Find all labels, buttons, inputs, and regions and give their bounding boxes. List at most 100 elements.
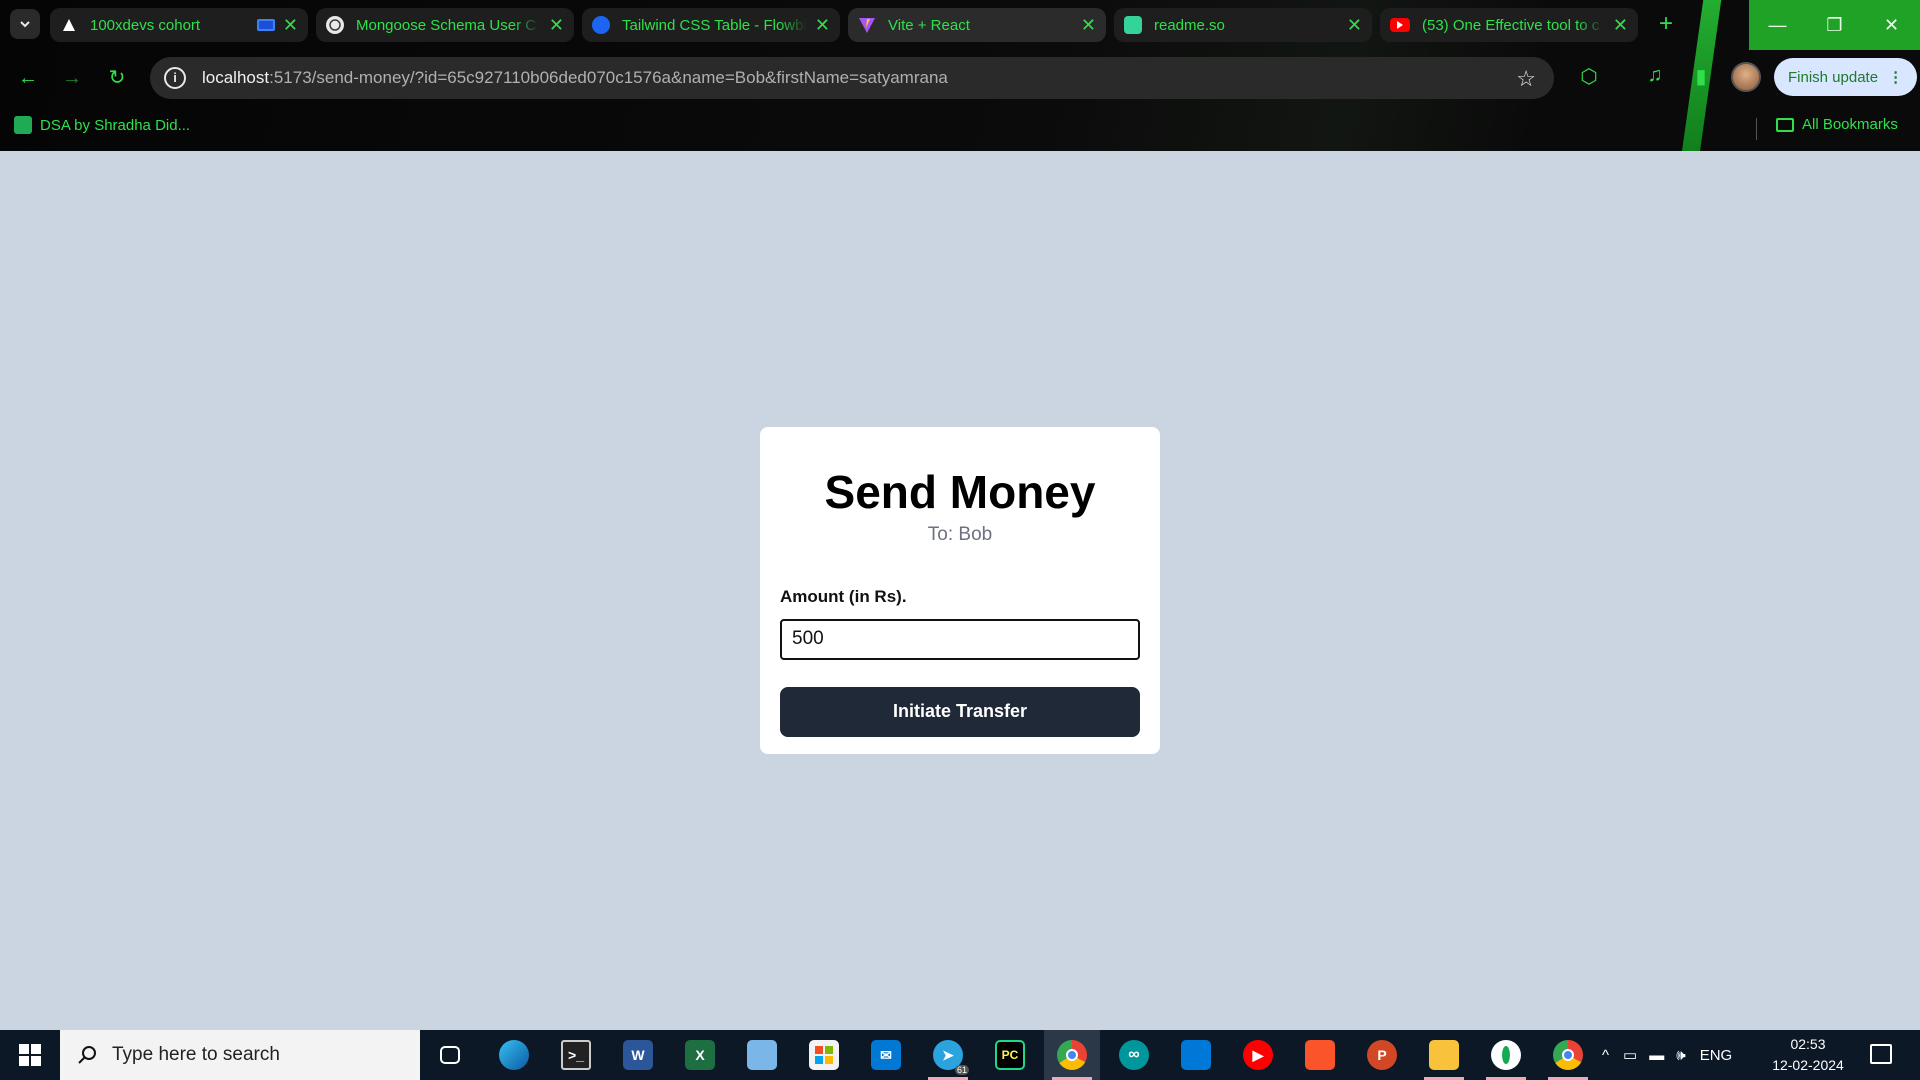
- tab-100xdevs[interactable]: 100xdevs cohort ✕: [50, 8, 308, 42]
- network-icon[interactable]: ▭: [1623, 1046, 1637, 1064]
- finish-update-button[interactable]: Finish update ⋮: [1774, 58, 1918, 96]
- taskbar-app-chrome-profile[interactable]: [1540, 1030, 1596, 1080]
- close-icon[interactable]: ✕: [549, 15, 564, 36]
- mongodb-icon: [1491, 1040, 1521, 1070]
- taskbar-app-pycharm[interactable]: PC: [982, 1030, 1038, 1080]
- taskbar-app-mail[interactable]: ✉: [858, 1030, 914, 1080]
- profile-avatar[interactable]: [1731, 62, 1761, 92]
- url-text: localhost:5173/send-money/?id=65c927110b…: [202, 68, 948, 88]
- extensions-icon[interactable]: ⬡: [1576, 64, 1602, 89]
- reload-button[interactable]: ↻: [103, 64, 131, 92]
- folder-icon: [1429, 1040, 1459, 1070]
- youtube-icon: [1390, 18, 1410, 32]
- bookmarks-bar: DSA by Shradha Did... All Bookmarks: [0, 108, 1920, 151]
- windows-taskbar: Type here to search >_ W X ✉ ➤ 61 PC ∞ ▶ …: [0, 1030, 1920, 1080]
- close-window-button[interactable]: ✕: [1863, 0, 1920, 50]
- taskbar-search[interactable]: Type here to search: [60, 1030, 420, 1080]
- tab-title: Vite + React: [888, 16, 970, 34]
- cast-icon: [256, 19, 275, 31]
- site-info-icon[interactable]: i: [164, 67, 186, 89]
- tab-readme[interactable]: readme.so ✕: [1114, 8, 1372, 42]
- tab-youtube[interactable]: (53) One Effective tool to c ✕: [1380, 8, 1638, 42]
- battery-icon[interactable]: ▬: [1649, 1047, 1664, 1064]
- new-tab-button[interactable]: +: [1652, 10, 1680, 38]
- taskbar-app-store[interactable]: [796, 1030, 852, 1080]
- triangle-icon: [60, 16, 78, 34]
- close-icon[interactable]: ✕: [1613, 15, 1628, 36]
- tab-vite-react[interactable]: Vite + React ✕: [848, 8, 1106, 42]
- task-view-icon: [440, 1046, 460, 1064]
- folder-icon: [1776, 117, 1794, 132]
- address-bar[interactable]: i localhost:5173/send-money/?id=65c92711…: [150, 57, 1554, 99]
- bookmark-label: DSA by Shradha Did...: [40, 116, 191, 134]
- readme-icon: [1124, 16, 1142, 34]
- taskbar-app-youtube-music[interactable]: ▶: [1230, 1030, 1286, 1080]
- windows-logo-icon: [19, 1044, 41, 1066]
- taskbar-clock[interactable]: 02:53 12-02-2024: [1766, 1034, 1850, 1076]
- restore-button[interactable]: ❐: [1806, 0, 1863, 50]
- taskbar-app-vscode[interactable]: [1168, 1030, 1224, 1080]
- chatgpt-icon: [326, 16, 344, 34]
- system-tray: ^ ▭ ▬ 🕪 ENG: [1602, 1030, 1732, 1080]
- all-bookmarks-button[interactable]: All Bookmarks: [1776, 116, 1898, 133]
- start-button[interactable]: [0, 1030, 60, 1080]
- taskbar-app-edge[interactable]: [486, 1030, 542, 1080]
- volume-icon[interactable]: 🕪: [1676, 1047, 1685, 1064]
- arduino-icon: ∞: [1119, 1040, 1149, 1070]
- all-bookmarks-label: All Bookmarks: [1802, 116, 1898, 133]
- chrome-icon: [1057, 1040, 1087, 1070]
- tab-mongoose-schema[interactable]: Mongoose Schema User C ✕: [316, 8, 574, 42]
- vscode-icon: [1181, 1040, 1211, 1070]
- close-icon[interactable]: ✕: [283, 15, 298, 36]
- taskbar-app-terminal[interactable]: >_: [548, 1030, 604, 1080]
- store-icon: [809, 1040, 839, 1070]
- more-menu-icon[interactable]: ⋮: [1888, 68, 1903, 86]
- tab-search-button[interactable]: [10, 9, 40, 39]
- taskbar-app-chrome[interactable]: [1044, 1030, 1100, 1080]
- task-view-button[interactable]: [422, 1030, 478, 1080]
- language-indicator[interactable]: ENG: [1700, 1047, 1733, 1064]
- taskbar-app-telegram[interactable]: ➤ 61: [920, 1030, 976, 1080]
- chevron-up-icon[interactable]: ^: [1602, 1047, 1609, 1064]
- tab-strip: 100xdevs cohort ✕ Mongoose Schema User C…: [0, 0, 1920, 50]
- initiate-transfer-button[interactable]: Initiate Transfer: [780, 686, 1140, 737]
- recipient-text: To: Bob: [927, 523, 993, 545]
- taskbar-app-powerpoint[interactable]: P: [1354, 1030, 1410, 1080]
- back-button[interactable]: ←: [14, 64, 42, 92]
- taskbar-app-file-explorer[interactable]: [1416, 1030, 1472, 1080]
- search-icon: [78, 1046, 96, 1064]
- side-panel-icon[interactable]: ▮: [1688, 64, 1714, 89]
- taskbar-app-brave[interactable]: [1292, 1030, 1348, 1080]
- tab-tailwind-table[interactable]: Tailwind CSS Table - Flowbi ✕: [582, 8, 840, 42]
- taskbar-app-laptop[interactable]: [734, 1030, 790, 1080]
- close-icon[interactable]: ✕: [1081, 15, 1096, 36]
- url-host: localhost: [202, 68, 270, 87]
- notification-icon[interactable]: [1870, 1044, 1892, 1064]
- mail-icon: ✉: [871, 1040, 901, 1070]
- close-icon[interactable]: ✕: [1347, 15, 1362, 36]
- send-money-card: Send Money To: Bob Amount (in Rs). 500 I…: [760, 427, 1160, 754]
- forward-button[interactable]: →: [58, 64, 86, 92]
- excel-icon: X: [685, 1040, 715, 1070]
- minimize-button[interactable]: —: [1749, 0, 1806, 50]
- finish-update-label: Finish update: [1788, 68, 1879, 86]
- tab-title: Tailwind CSS Table - Flowbi: [622, 16, 807, 34]
- media-control-icon[interactable]: ♫: [1642, 64, 1668, 87]
- close-icon[interactable]: ✕: [815, 15, 830, 36]
- telegram-icon: ➤ 61: [933, 1040, 969, 1075]
- bookmark-star-icon[interactable]: ☆: [1516, 66, 1536, 92]
- clock-time: 02:53: [1790, 1036, 1826, 1052]
- taskbar-app-excel[interactable]: X: [672, 1030, 728, 1080]
- taskbar-app-word[interactable]: W: [610, 1030, 666, 1080]
- window-controls: — ❐ ✕: [1749, 0, 1920, 50]
- clock-date: 12-02-2024: [1772, 1057, 1844, 1073]
- search-placeholder: Type here to search: [112, 1044, 280, 1065]
- pycharm-icon: PC: [995, 1040, 1025, 1070]
- amount-input[interactable]: 500: [780, 618, 1140, 660]
- youtube-music-icon: ▶: [1243, 1040, 1273, 1070]
- taskbar-app-mongodb-compass[interactable]: [1478, 1030, 1534, 1080]
- tab-title: 100xdevs cohort: [90, 16, 201, 34]
- taskbar-app-arduino[interactable]: ∞: [1106, 1030, 1162, 1080]
- bookmark-item[interactable]: DSA by Shradha Did...: [14, 116, 190, 134]
- tab-title: (53) One Effective tool to c: [1422, 16, 1600, 34]
